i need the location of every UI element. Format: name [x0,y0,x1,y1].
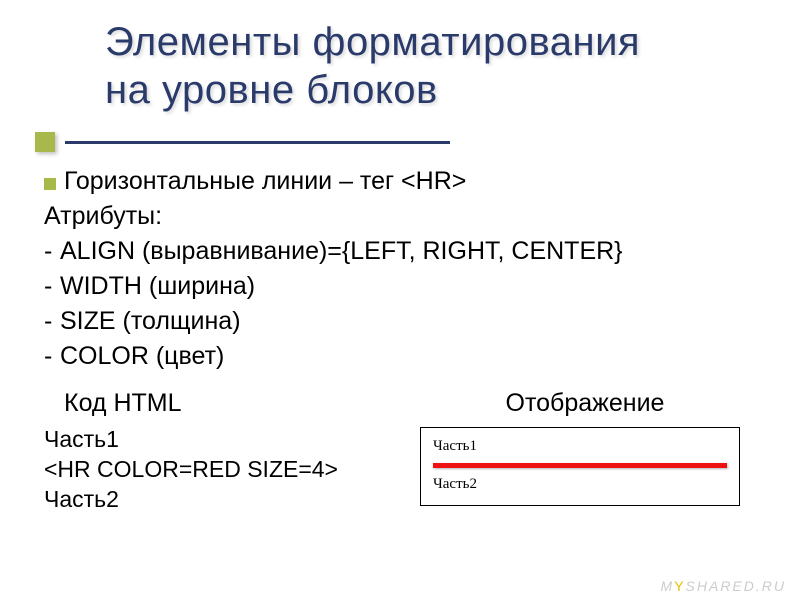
watermark-y: Y [674,578,685,594]
code-example: Часть1 <HR COLOR=RED SIZE=4> Часть2 [44,425,380,515]
code-line: <HR COLOR=RED SIZE=4> [44,455,380,485]
slide-body: Горизонтальные линии – тег <HR> Атрибуты… [0,164,800,515]
code-column: Код HTML Часть1 <HR COLOR=RED SIZE=4> Ча… [44,386,380,515]
code-line: Часть2 [44,485,380,515]
attributes-label: Атрибуты: [44,199,760,234]
attribute-list: -ALIGN (выравнивание)={LEFT, RIGHT, CENT… [44,234,760,374]
title-line-2: на уровне блоков [105,68,438,112]
attr-text: ALIGN (выравнивание)={LEFT, RIGHT, CENTE… [60,234,623,269]
accent-square-icon [35,132,55,152]
accent-line [65,141,450,144]
list-item: -COLOR (цвет) [44,339,760,374]
render-text-top: Часть1 [433,436,727,457]
watermark-prefix: M [661,578,675,594]
list-item: -WIDTH (ширина) [44,269,760,304]
render-column: Отображение Часть1 Часть2 [420,386,750,515]
code-column-head: Код HTML [44,386,380,421]
attr-text: WIDTH (ширина) [60,269,255,304]
watermark-suffix: SHARED.RU [686,578,786,594]
bullet-item: Горизонтальные линии – тег <HR> [44,164,760,199]
list-item: -SIZE (толщина) [44,304,760,339]
render-column-head: Отображение [420,386,750,421]
attr-text: COLOR (цвет) [60,339,224,374]
attr-text: SIZE (толщина) [60,304,241,339]
bullet-square-icon [44,178,56,190]
bullet-text: Горизонтальные линии – тег <HR> [64,164,466,199]
watermark: MYSHARED.RU [661,578,786,594]
example-columns: Код HTML Часть1 <HR COLOR=RED SIZE=4> Ча… [44,386,760,515]
render-text-bottom: Часть2 [433,474,727,495]
code-line: Часть1 [44,425,380,455]
list-item: -ALIGN (выравнивание)={LEFT, RIGHT, CENT… [44,234,760,269]
title-line-1: Элементы форматирования [105,20,640,64]
slide-title: Элементы форматирования на уровне блоков [0,0,800,122]
render-preview: Часть1 Часть2 [420,427,740,506]
hr-preview [433,463,727,468]
title-accent [35,132,800,152]
